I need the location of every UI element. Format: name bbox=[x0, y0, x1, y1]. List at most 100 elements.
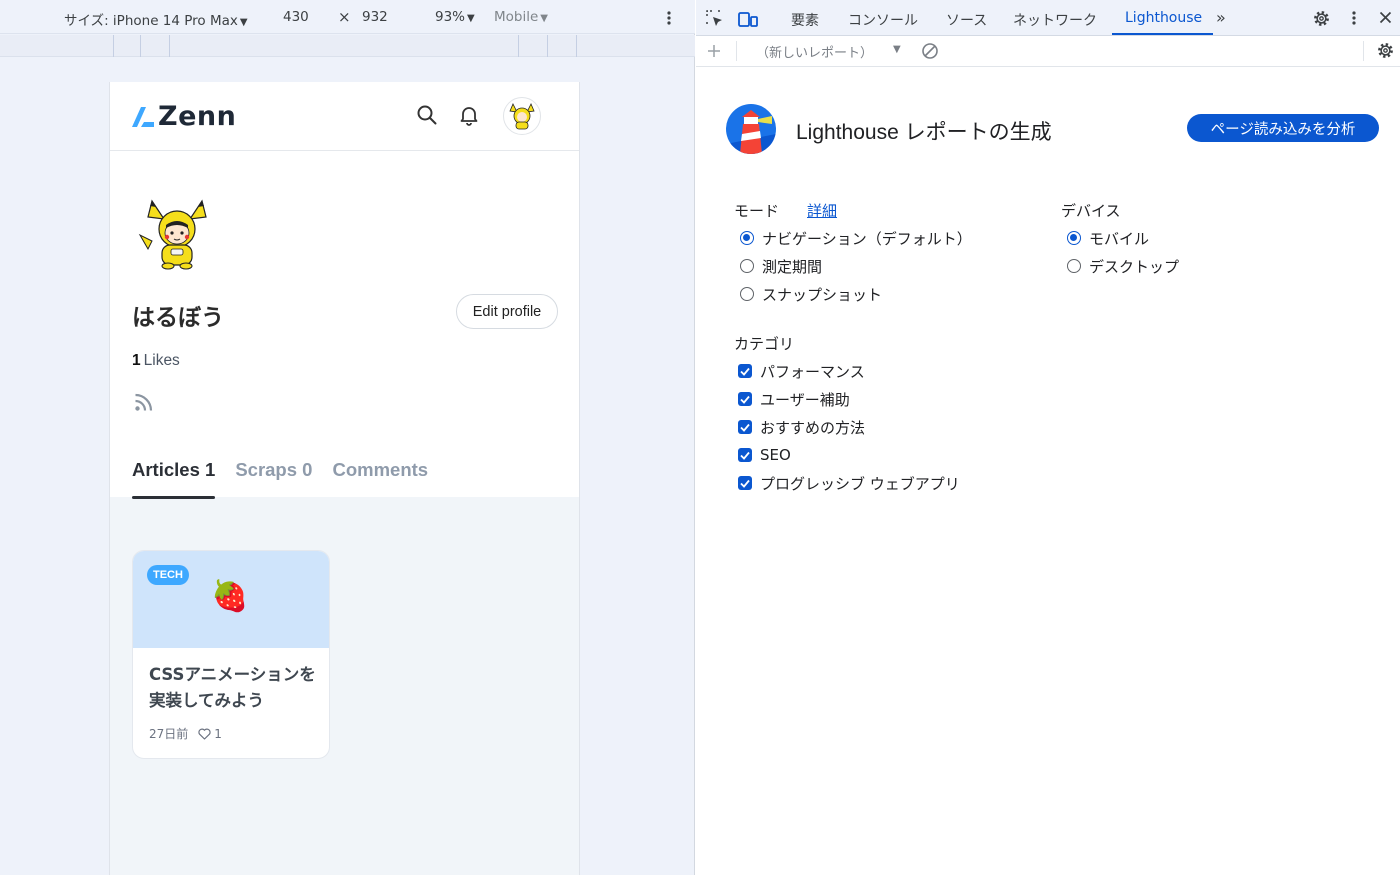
device-toolbar: サイズ: iPhone 14 Pro Max ▼ 430 × 932 93% ▼ M… bbox=[0, 0, 695, 34]
article-card[interactable]: TECH 🍓 CSSアニメーションを実装してみよう 27日前 1 bbox=[132, 550, 330, 759]
zenn-logo-icon bbox=[132, 106, 154, 127]
lighthouse-settings-icon[interactable] bbox=[1376, 41, 1395, 60]
viewport-width-input[interactable]: 430 bbox=[283, 9, 309, 25]
viewport-height-input[interactable]: 932 bbox=[362, 9, 388, 25]
dropdown-arrow-icon[interactable]: ▼ bbox=[893, 44, 901, 55]
article-likes: 1 bbox=[198, 727, 222, 741]
category-option-label: SEO bbox=[760, 446, 791, 464]
inspect-element-icon[interactable] bbox=[706, 10, 724, 28]
tab-label: Articles bbox=[132, 459, 200, 480]
checkbox-checked[interactable] bbox=[738, 448, 752, 462]
device-selector[interactable]: サイズ: iPhone 14 Pro Max ▼ bbox=[64, 9, 248, 29]
heart-icon bbox=[198, 728, 211, 740]
more-options-icon[interactable] bbox=[666, 11, 672, 25]
clear-reports-icon[interactable] bbox=[921, 42, 939, 60]
avatar-illustration bbox=[509, 103, 535, 130]
article-meta: 27日前 1 bbox=[149, 725, 222, 742]
profile-avatar bbox=[138, 199, 207, 270]
dimension-separator: × bbox=[338, 8, 351, 26]
tab-label: Comments bbox=[332, 459, 429, 480]
zoom-value: 93% bbox=[435, 9, 466, 25]
bell-icon[interactable] bbox=[458, 104, 480, 126]
search-icon[interactable] bbox=[416, 104, 438, 126]
tab-articles[interactable]: Articles 1 bbox=[132, 459, 216, 499]
close-icon[interactable] bbox=[1379, 11, 1392, 24]
devtools-tab-bar: 要素 コンソール ソース ネットワーク Lighthouse » bbox=[696, 0, 1400, 36]
likes-label: Likes bbox=[143, 352, 180, 369]
checkbox-checked[interactable] bbox=[738, 420, 752, 434]
tab-network[interactable]: ネットワーク bbox=[1013, 10, 1097, 30]
device-toggle-icon[interactable] bbox=[738, 10, 758, 28]
article-title[interactable]: CSSアニメーションを実装してみよう bbox=[149, 662, 319, 714]
report-selector-value[interactable]: （新しいレポート） bbox=[756, 42, 873, 61]
tab-comments[interactable]: Comments bbox=[332, 459, 428, 497]
mode-option-label: スナップショット bbox=[762, 285, 883, 304]
checkbox-checked[interactable] bbox=[738, 476, 752, 490]
article-likes-count: 1 bbox=[214, 726, 222, 741]
mode-option-label: ナビゲーション（デフォルト） bbox=[762, 229, 972, 248]
article-emoji: 🍓 bbox=[211, 579, 249, 614]
radio-unselected[interactable] bbox=[740, 287, 754, 301]
rss-icon[interactable] bbox=[134, 392, 154, 412]
analyze-page-load-button[interactable]: ページ読み込みを分析 bbox=[1187, 114, 1379, 142]
device-type-selector[interactable]: Mobile ▼ bbox=[494, 9, 548, 25]
category-label: カテゴリ bbox=[734, 335, 795, 353]
device-label: デバイス bbox=[1061, 202, 1121, 220]
likes-number: 1 bbox=[132, 352, 141, 369]
more-tabs-icon[interactable]: » bbox=[1216, 8, 1226, 27]
mode-option-snapshot[interactable]: スナップショット bbox=[740, 284, 882, 304]
category-option-label: おすすめの方法 bbox=[760, 418, 866, 437]
add-report-icon[interactable] bbox=[707, 44, 721, 58]
zenn-wordmark: Zenn bbox=[158, 101, 237, 132]
likes-count[interactable]: 1 Likes bbox=[132, 352, 180, 370]
device-option-label: モバイル bbox=[1089, 229, 1150, 248]
tab-elements[interactable]: 要素 bbox=[791, 10, 819, 30]
settings-gear-icon[interactable] bbox=[1312, 9, 1331, 28]
edit-profile-button[interactable]: Edit profile bbox=[456, 294, 558, 329]
radio-selected[interactable] bbox=[740, 231, 754, 245]
device-option-label: デスクトップ bbox=[1089, 257, 1180, 276]
checkbox-checked[interactable] bbox=[738, 364, 752, 378]
mode-option-timespan[interactable]: 測定期間 bbox=[740, 256, 822, 276]
checkmark-icon bbox=[740, 451, 750, 460]
user-avatar[interactable] bbox=[503, 97, 541, 135]
zoom-selector[interactable]: 93% ▼ bbox=[435, 9, 475, 25]
mode-label: モード bbox=[734, 202, 780, 220]
device-type-value: Mobile bbox=[494, 9, 539, 25]
tab-lighthouse[interactable]: Lighthouse bbox=[1125, 10, 1202, 26]
emulated-viewport: Zenn はるぼう Edit profile 1 Likes Articles … bbox=[109, 82, 580, 875]
device-emulation-pane: サイズ: iPhone 14 Pro Max ▼ 430 × 932 93% ▼ M… bbox=[0, 0, 695, 875]
radio-unselected[interactable] bbox=[740, 259, 754, 273]
category-option-label: パフォーマンス bbox=[760, 362, 865, 381]
tech-badge: TECH bbox=[147, 565, 189, 585]
mode-option-navigation[interactable]: ナビゲーション（デフォルト） bbox=[740, 228, 972, 248]
device-option-mobile[interactable]: モバイル bbox=[1067, 228, 1149, 248]
tab-sources[interactable]: ソース bbox=[946, 10, 987, 30]
lighthouse-title: Lighthouse レポートの生成 bbox=[796, 121, 1052, 144]
devtools-menu-icon[interactable] bbox=[1351, 11, 1357, 25]
profile-section: はるぼう Edit profile 1 Likes Articles 1 Scra… bbox=[110, 151, 579, 499]
radio-unselected[interactable] bbox=[1067, 259, 1081, 273]
radio-selected[interactable] bbox=[1067, 231, 1081, 245]
mode-option-label: 測定期間 bbox=[762, 257, 823, 276]
profile-tabs: Articles 1 Scraps 0 Comments bbox=[132, 459, 448, 499]
article-date: 27日前 bbox=[149, 727, 189, 741]
category-performance[interactable]: パフォーマンス bbox=[738, 361, 865, 381]
checkmark-icon bbox=[740, 395, 750, 404]
category-best-practices[interactable]: おすすめの方法 bbox=[738, 417, 865, 437]
device-option-desktop[interactable]: デスクトップ bbox=[1067, 256, 1179, 276]
category-accessibility[interactable]: ユーザー補助 bbox=[738, 389, 850, 409]
category-seo[interactable]: SEO bbox=[738, 445, 791, 465]
zenn-logo[interactable]: Zenn bbox=[132, 101, 236, 132]
checkmark-icon bbox=[740, 479, 750, 488]
category-pwa[interactable]: プログレッシブ ウェブアプリ bbox=[738, 473, 960, 493]
media-query-ruler[interactable] bbox=[0, 35, 695, 57]
mode-detail-link[interactable]: 詳細 bbox=[807, 200, 837, 221]
checkbox-checked[interactable] bbox=[738, 392, 752, 406]
dropdown-arrow-icon: ▼ bbox=[467, 13, 475, 24]
tab-console[interactable]: コンソール bbox=[848, 10, 918, 30]
checkmark-icon bbox=[740, 423, 750, 432]
tab-scraps[interactable]: Scraps 0 bbox=[235, 459, 312, 497]
devtools-panel: 要素 コンソール ソース ネットワーク Lighthouse » （新しいレポー… bbox=[696, 0, 1400, 875]
profile-name: はるぼう bbox=[132, 305, 224, 331]
